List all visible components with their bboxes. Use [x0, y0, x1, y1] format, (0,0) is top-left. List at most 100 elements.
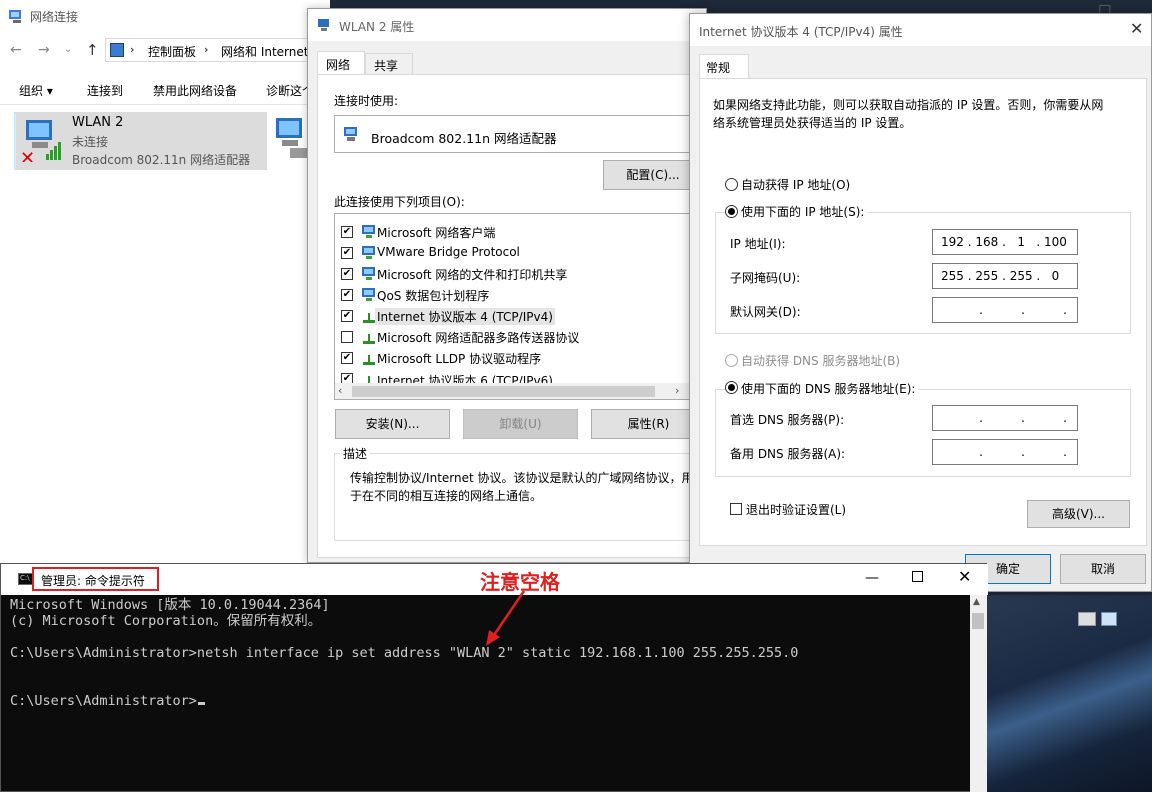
forward-arrow-icon[interactable]: → [38, 42, 50, 58]
tab-panel: 如果网络支持此功能，则可以获取自动指派的 IP 设置。否则，你需要从网 络系统管… [699, 78, 1147, 546]
tab-sharing[interactable]: 共享 [365, 53, 413, 75]
auto-ip-radio[interactable] [725, 178, 738, 191]
subnet-mask-field[interactable]: 255 . 255 . 255 . 0 [932, 263, 1078, 289]
toolbar-connect[interactable]: 连接到 [87, 82, 123, 99]
item-label: VMware Bridge Protocol [377, 245, 520, 259]
console-line: Microsoft Windows [版本 10.0.19044.2364] [10, 597, 330, 613]
window-title: 网络连接 [30, 10, 79, 24]
adapter-name: WLAN 2 [72, 115, 124, 130]
auto-ip-label[interactable]: 自动获得 IP 地址(O) [741, 176, 850, 193]
validate-label[interactable]: 退出时验证设置(L) [746, 501, 846, 518]
breadcrumb-item[interactable]: 网络和 Internet [221, 43, 308, 60]
close-icon[interactable]: ✕ [1130, 19, 1143, 38]
ip-label: IP 地址(I): [730, 237, 786, 251]
list-item[interactable]: ✔ Microsoft 网络的文件和打印机共享 [335, 264, 700, 284]
dns1-label: 首选 DNS 服务器(P): [730, 413, 845, 427]
validate-checkbox[interactable] [730, 503, 742, 515]
list-item[interactable]: ✔ Microsoft LLDP 协议驱动程序 [335, 348, 700, 368]
list-item[interactable]: Microsoft 网络适配器多路传送器协议 [335, 327, 700, 347]
console-output[interactable]: Microsoft Windows [版本 10.0.19044.2364] (c… [10, 597, 798, 709]
divider [0, 104, 330, 105]
network-adapter-icon: ✕ [20, 118, 62, 169]
scroll-right-icon[interactable]: › [675, 384, 679, 397]
list-item[interactable]: ✔ Internet 协议版本 4 (TCP/IPv4) [335, 306, 700, 326]
desktop-wallpaper [980, 595, 1152, 792]
horizontal-scrollbar[interactable]: ‹ › [335, 383, 700, 399]
preferred-dns-field[interactable]: . . . [932, 405, 1078, 431]
minimize-icon[interactable]: — [865, 570, 879, 586]
connect-using-label: 连接时使用: [334, 94, 399, 108]
close-icon[interactable]: ✕ [958, 567, 971, 586]
maximize-icon[interactable] [912, 571, 923, 582]
breadcrumb-sep-icon: › [204, 43, 209, 56]
adapter-display: Broadcom 802.11n 网络适配器 [334, 115, 700, 153]
gateway-label: 默认网关(D): [730, 305, 801, 319]
toolbar-disable[interactable]: 禁用此网络设备 [153, 82, 237, 99]
protocol-icon [361, 287, 377, 306]
item-label: QoS 数据包计划程序 [377, 289, 490, 303]
breadcrumb-sep-icon: › [130, 43, 135, 56]
protocol-icon [361, 266, 377, 285]
item-label: Microsoft 网络客户端 [377, 226, 496, 240]
item-checkbox[interactable]: ✔ [341, 268, 353, 280]
cmd-title: 管理员: 命令提示符 [41, 574, 145, 588]
list-item[interactable]: ✔ Microsoft 网络客户端 [335, 222, 700, 242]
advanced-button[interactable]: 高级(V)... [1027, 500, 1130, 528]
item-checkbox[interactable]: ✔ [341, 247, 353, 259]
breadcrumb-item[interactable]: 控制面板 [148, 43, 196, 60]
network-adapter-icon[interactable] [272, 116, 312, 163]
auto-dns-radio [725, 354, 738, 367]
ipv4-properties-dialog: Internet 协议版本 4 (TCP/IPv4) 属性 ✕ 常规 如果网络支… [689, 13, 1152, 592]
dns2-label: 备用 DNS 服务器(A): [730, 447, 846, 461]
network-adapter-icon [343, 126, 359, 145]
network-icon [317, 18, 331, 32]
items-list: ✔ Microsoft 网络客户端 ✔ VMware Bridge Protocol ✔… [334, 213, 700, 400]
list-item[interactable]: ✔ VMware Bridge Protocol [335, 243, 700, 263]
manual-dns-label[interactable]: 使用下面的 DNS 服务器地址(E): [738, 380, 919, 397]
scroll-up-icon[interactable]: ▲ [973, 597, 980, 607]
item-checkbox[interactable]: ✔ [341, 310, 353, 322]
mask-label: 子网掩码(U): [730, 271, 801, 285]
list-item[interactable]: ✔ QoS 数据包计划程序 [335, 285, 700, 305]
svg-text:✕: ✕ [20, 148, 35, 162]
up-arrow-icon[interactable]: ↑ [86, 41, 99, 59]
adapter-status: 未连接 [72, 135, 109, 149]
address-bar[interactable]: › 控制面板 › 网络和 Internet [105, 38, 330, 62]
item-checkbox[interactable]: ✔ [341, 352, 353, 364]
adapter-tile[interactable]: ✕ WLAN 2 未连接 Broadcom 802.11n 网络适配器 [16, 112, 267, 170]
cancel-button[interactable]: 取消 [1060, 554, 1146, 584]
vertical-scrollbar[interactable]: ▲ [970, 595, 987, 792]
protocol-icon [361, 329, 377, 348]
scroll-left-icon[interactable]: ‹ [338, 384, 342, 397]
item-label: Microsoft 网络适配器多路传送器协议 [377, 331, 580, 345]
manual-ip-radio[interactable] [725, 205, 738, 218]
item-checkbox[interactable]: ✔ [341, 289, 353, 301]
item-label: Internet 协议版本 4 (TCP/IPv4) [375, 308, 555, 325]
adapter-device: Broadcom 802.11n 网络适配器 [72, 153, 251, 167]
ip-address-field[interactable]: 192 . 168 . 1 . 100 [932, 229, 1078, 255]
network-folder-icon [8, 8, 24, 24]
scrollbar-thumb[interactable] [972, 613, 984, 629]
item-checkbox[interactable]: ✔ [341, 226, 353, 238]
adapter-name: Broadcom 802.11n 网络适配器 [371, 131, 557, 146]
tab-general[interactable]: 常规 [699, 54, 749, 79]
protocol-icon [361, 245, 377, 264]
recent-chevron-icon[interactable]: ⌄ [64, 44, 72, 55]
tab-network[interactable]: 网络 [317, 51, 365, 75]
gateway-field[interactable]: . . . [932, 297, 1078, 323]
info-text: 如果网络支持此功能，则可以获取自动指派的 IP 设置。否则，你需要从网 [713, 98, 1104, 112]
install-button[interactable]: 安装(N)... [335, 409, 450, 439]
configure-button[interactable]: 配置(C)... [603, 160, 703, 190]
view-icon[interactable] [1101, 612, 1117, 626]
scrollbar-thumb[interactable] [352, 386, 655, 397]
item-checkbox[interactable] [341, 331, 353, 343]
alternate-dns-field[interactable]: . . . [932, 439, 1078, 465]
manual-dns-radio[interactable] [725, 381, 738, 394]
cursor [197, 702, 205, 705]
protocol-icon [361, 350, 377, 369]
manual-ip-label[interactable]: 使用下面的 IP 地址(S): [738, 203, 868, 220]
back-arrow-icon[interactable]: ← [10, 42, 22, 58]
toolbar-organize[interactable]: 组织 ▾ [19, 82, 53, 99]
view-icon[interactable] [1078, 612, 1096, 626]
